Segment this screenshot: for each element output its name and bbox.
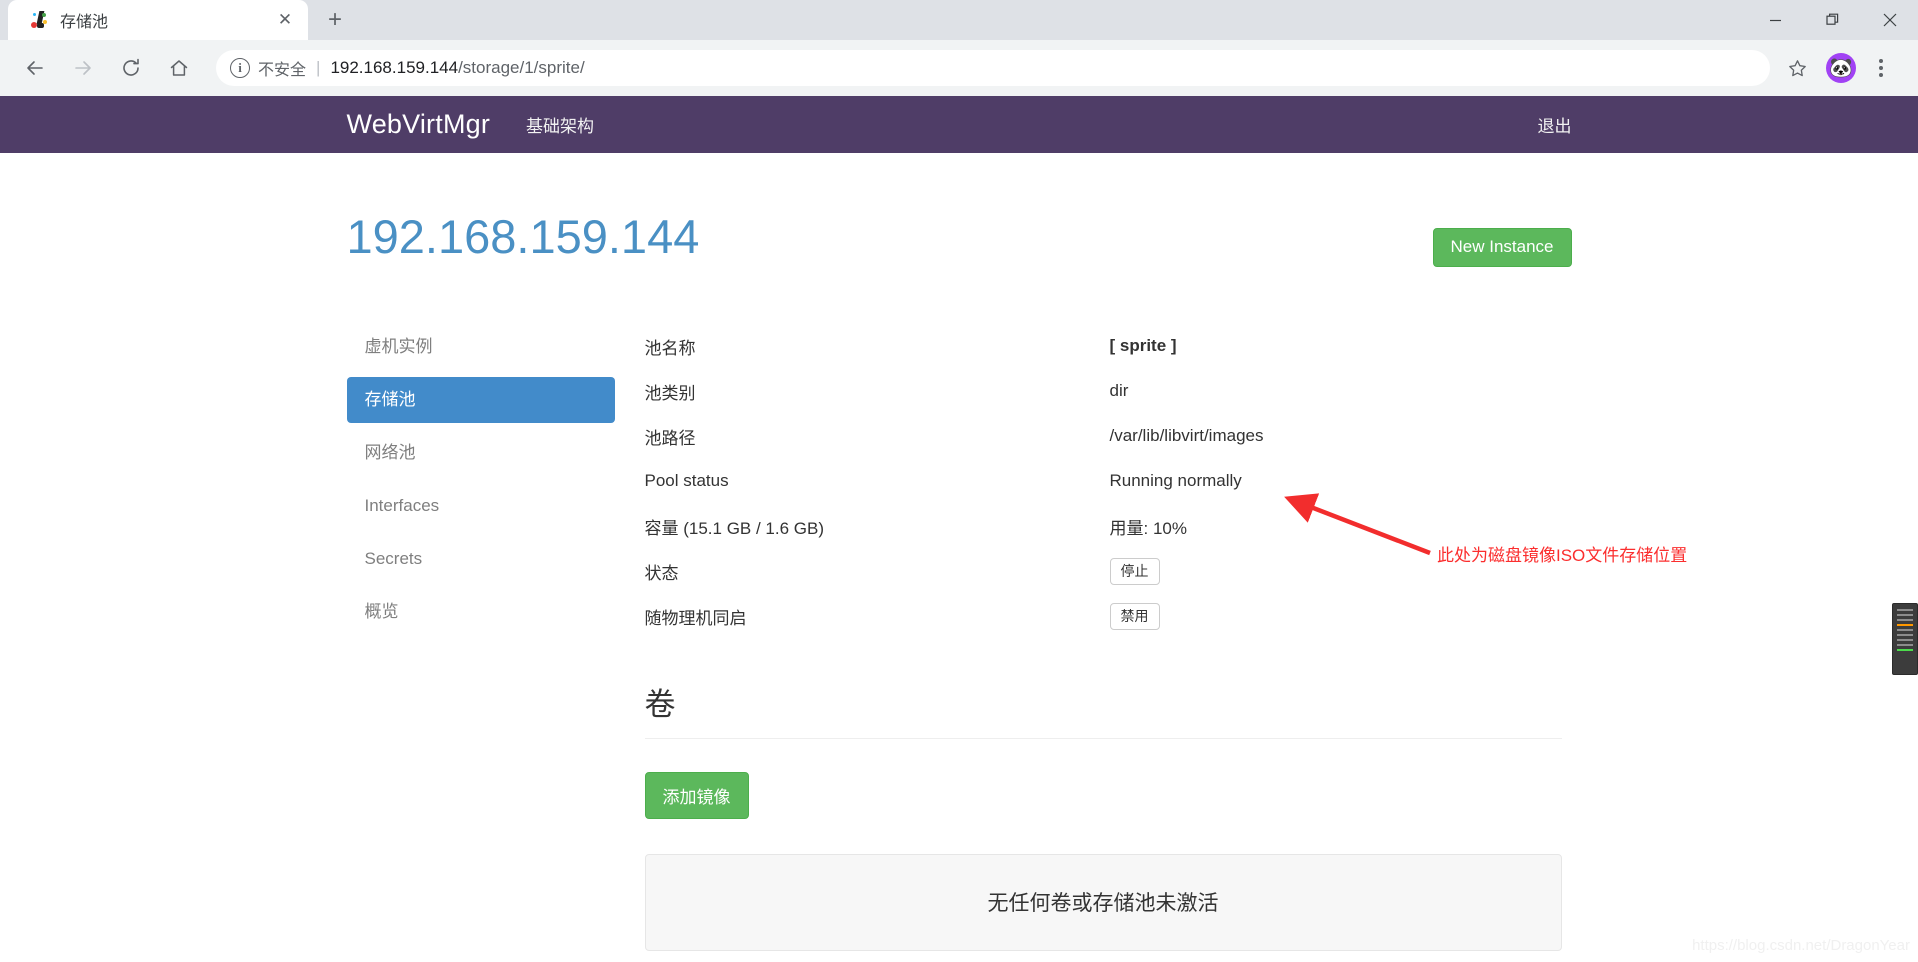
close-window-icon[interactable]: [1861, 0, 1918, 40]
panda-icon: 🐼: [1829, 57, 1853, 79]
three-dot-menu-icon[interactable]: [1864, 51, 1898, 85]
page-container: 192.168.159.144 New Instance 虚机实例 存储池 网络…: [346, 153, 1572, 951]
detail-value-state: 停止: [1109, 557, 1160, 585]
main-content: 池名称 [ sprite ] 池类别 dir 池路径 /var/lib/libv…: [615, 324, 1572, 951]
sidebar-nav: 虚机实例 存储池 网络池 Interfaces Secrets 概览: [346, 324, 615, 951]
reload-icon[interactable]: [110, 47, 152, 89]
back-arrow-icon[interactable]: [14, 47, 56, 89]
detail-label: 池名称: [644, 338, 696, 358]
info-icon[interactable]: i: [230, 58, 250, 78]
nav-link-infrastructure[interactable]: 基础架构: [526, 112, 594, 137]
detail-value-pool-type: dir: [1109, 381, 1129, 401]
close-tab-icon[interactable]: ✕: [272, 7, 298, 33]
new-instance-button[interactable]: New Instance: [1432, 228, 1572, 267]
browser-tab[interactable]: 存储池 ✕: [8, 0, 308, 40]
webvirtmgr-favicon-icon: [30, 11, 48, 29]
detail-value-autostart: 禁用: [1109, 602, 1160, 630]
detail-row-pool-status: Pool status Running normally: [645, 459, 1562, 504]
star-icon[interactable]: [1780, 51, 1814, 85]
page-header: 192.168.159.144 New Instance: [347, 153, 1572, 267]
body-row: 虚机实例 存储池 网络池 Interfaces Secrets 概览 池名称 […: [346, 324, 1572, 951]
stop-pool-button[interactable]: 停止: [1109, 557, 1160, 585]
window-controls: [1747, 0, 1918, 40]
tab-strip: 存储池 ✕ +: [0, 0, 1918, 40]
address-bar[interactable]: i 不安全 | 192.168.159.144/storage/1/sprite…: [216, 50, 1770, 86]
app-navbar: WebVirtMgr 基础架构 退出: [0, 96, 1918, 153]
sidebar-item-storage-pools[interactable]: 存储池: [346, 376, 615, 423]
volumes-empty-message: 无任何卷或存储池未激活: [987, 892, 1219, 916]
section-divider: [644, 737, 1562, 739]
page-title: 192.168.159.144: [346, 210, 700, 263]
volumes-section-title: 卷: [644, 686, 676, 722]
detail-label: 池路径: [644, 428, 696, 448]
page-content: WebVirtMgr 基础架构 退出 192.168.159.144 New I…: [0, 96, 1918, 962]
detail-row-autostart: 随物理机同启 禁用: [645, 594, 1562, 639]
detail-row-pool-name: 池名称 [ sprite ]: [645, 324, 1562, 369]
profile-avatar[interactable]: 🐼: [1826, 53, 1856, 83]
sidebar-item-overview[interactable]: 概览: [347, 589, 615, 635]
detail-row-pool-type: 池类别 dir: [645, 369, 1562, 414]
browser-window: 存储池 ✕ + i 不安全 | 192.168.159.144/storage/…: [0, 0, 1918, 962]
security-status-label: 不安全: [258, 62, 307, 79]
detail-value-pool-status: Running normally: [1109, 471, 1242, 491]
forward-arrow-icon: [62, 47, 104, 89]
detail-row-state: 状态 停止: [645, 549, 1562, 594]
detail-row-capacity: 容量 (15.1 GB / 1.6 GB) 用量: 10%: [645, 504, 1562, 549]
browser-toolbar: i 不安全 | 192.168.159.144/storage/1/sprite…: [0, 40, 1918, 96]
detail-label: 容量 (15.1 GB / 1.6 GB): [644, 518, 825, 538]
detail-label: Pool status: [644, 471, 729, 491]
home-icon[interactable]: [158, 47, 200, 89]
url-path: /storage/1/sprite/: [458, 58, 585, 77]
sidebar-item-interfaces[interactable]: Interfaces: [347, 483, 615, 529]
detail-label: 状态: [644, 563, 679, 583]
extension-edge-widget[interactable]: [1892, 603, 1918, 675]
new-tab-button[interactable]: +: [318, 3, 352, 37]
watermark-text: https://blog.csdn.net/DragonYear: [1692, 937, 1910, 954]
detail-value-pool-path: /var/lib/libvirt/images: [1109, 426, 1264, 446]
detail-value-usage: 用量: 10%: [1109, 518, 1187, 538]
detail-label: 随物理机同启: [644, 608, 747, 628]
disable-autostart-button[interactable]: 禁用: [1109, 602, 1160, 630]
detail-row-pool-path: 池路径 /var/lib/libvirt/images: [645, 414, 1562, 459]
detail-value-pool-name: [ sprite ]: [1109, 336, 1177, 356]
sidebar-item-secrets[interactable]: Secrets: [347, 536, 615, 582]
add-image-button[interactable]: 添加镜像: [644, 771, 749, 819]
sidebar-item-network-pools[interactable]: 网络池: [347, 430, 615, 476]
app-brand[interactable]: WebVirtMgr: [347, 109, 491, 140]
maximize-icon[interactable]: [1804, 0, 1861, 40]
omnibox-separator: |: [316, 58, 321, 77]
sidebar-item-instances[interactable]: 虚机实例: [347, 324, 615, 370]
url-host: 192.168.159.144: [330, 58, 459, 77]
nav-logout-link[interactable]: 退出: [1538, 112, 1572, 137]
url-text: 192.168.159.144/storage/1/sprite/: [330, 58, 584, 78]
tab-title: 存储池: [60, 14, 109, 31]
detail-label: 池类别: [644, 383, 696, 403]
volumes-empty-panel: 无任何卷或存储池未激活: [644, 853, 1562, 951]
minimize-icon[interactable]: [1747, 0, 1804, 40]
annotation-text: 此处为磁盘镜像ISO文件存储位置: [1437, 546, 1688, 565]
